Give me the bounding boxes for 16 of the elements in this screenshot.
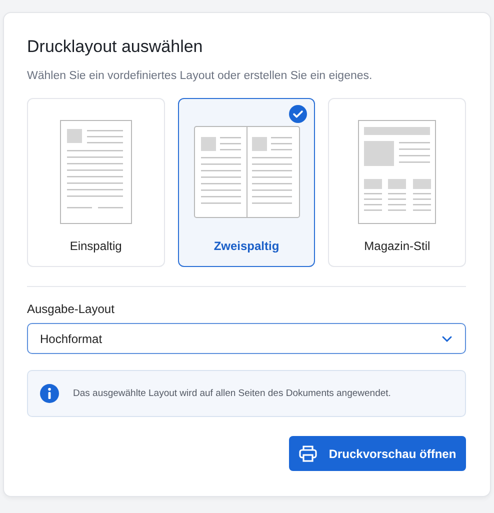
layout-option[interactable]: Magazin-Stil — [328, 98, 466, 267]
chevron-down-icon — [441, 334, 453, 342]
printer-icon — [298, 445, 317, 462]
info-text: Das ausgewählte Layout wird auf allen Seiten des Dokuments angewendet. — [73, 388, 391, 399]
single-column-page-icon — [60, 120, 132, 224]
two-column-page-icon — [194, 126, 300, 218]
info-icon — [40, 384, 59, 403]
dialog-subtitle: Wählen Sie ein vordefiniertes Layout oder erstellen Sie ein eigenes. — [27, 70, 374, 82]
magazine-page-icon — [358, 120, 436, 224]
layout-dropdown[interactable]: Hochformat — [27, 323, 466, 354]
layout-option[interactable]: Einspaltig — [27, 98, 165, 267]
layout-option[interactable]: Zweispaltig — [178, 98, 316, 267]
checkmark-icon — [289, 105, 308, 123]
field-label: Ausgabe-Layout — [27, 302, 116, 316]
print-preview-button[interactable]: Druckvorschau öffnen — [289, 436, 466, 471]
dialog-title: Drucklayout auswählen — [27, 37, 204, 57]
